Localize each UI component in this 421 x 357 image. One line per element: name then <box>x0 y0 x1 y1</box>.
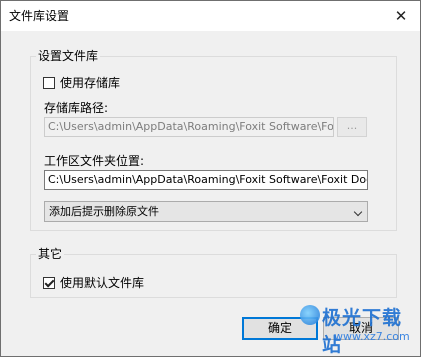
workspace-folder-field[interactable]: C:\Users\admin\AppData\Roaming\Foxit Sof… <box>44 170 368 190</box>
close-button[interactable]: ✕ <box>382 1 420 31</box>
checkmark-icon[interactable] <box>43 276 55 289</box>
repo-path-field[interactable]: C:\Users\admin\AppData\Roaming\Foxit Sof… <box>44 117 334 137</box>
cancel-button[interactable]: 取消 <box>323 317 399 340</box>
workspace-folder-label: 工作区文件夹位置: <box>44 154 145 168</box>
use-repo-checkbox-row[interactable]: 使用存储库 <box>43 74 120 91</box>
after-add-selected: 添加后提示删除原文件 <box>49 205 159 218</box>
repo-path-label: 存储库路径: <box>44 101 109 115</box>
browse-button[interactable]: ... <box>337 117 367 137</box>
chevron-down-icon <box>353 207 363 217</box>
window-title: 文件库设置 <box>9 9 70 23</box>
default-repo-label: 使用默认文件库 <box>60 276 145 290</box>
dialog-window: 文件库设置 ✕ 设置文件库 使用存储库 存储库路径: C:\Users\admi… <box>0 0 421 357</box>
default-repo-checkbox-row[interactable]: 使用默认文件库 <box>43 274 144 291</box>
after-add-dropdown[interactable]: 添加后提示删除原文件 <box>44 201 368 222</box>
use-repo-checkbox[interactable] <box>43 76 55 89</box>
close-icon: ✕ <box>394 7 408 25</box>
other-group-label: 其它 <box>36 245 65 262</box>
use-repo-label: 使用存储库 <box>60 76 121 90</box>
title-bar: 文件库设置 ✕ <box>1 1 420 31</box>
ok-button[interactable]: 确定 <box>242 317 318 340</box>
repo-group-label: 设置文件库 <box>36 47 101 64</box>
